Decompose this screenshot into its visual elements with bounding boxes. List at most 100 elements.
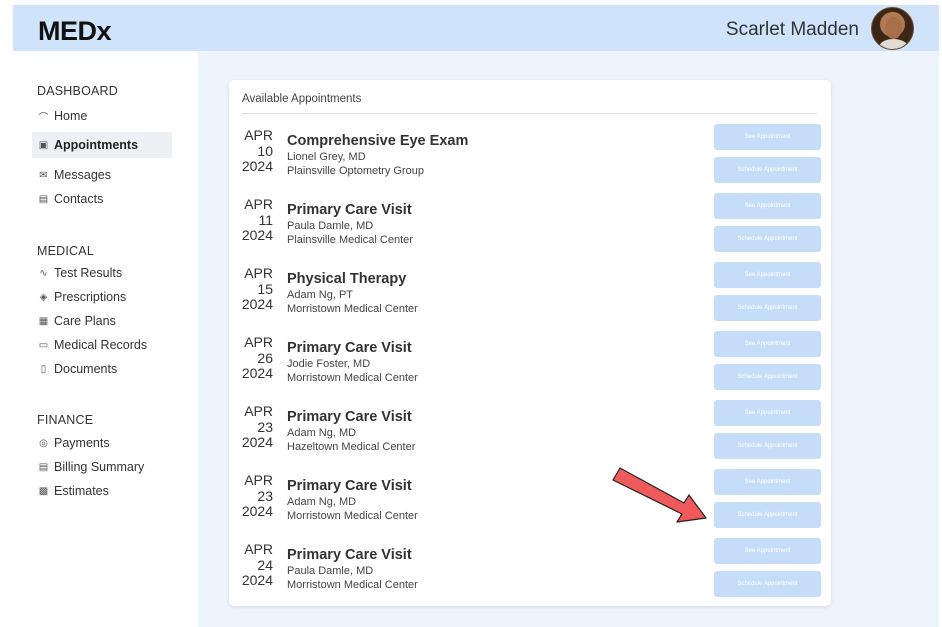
- appointment-date: APR 23 2024: [239, 472, 273, 520]
- document-icon: ▯: [40, 363, 47, 375]
- date-day: 26: [257, 349, 273, 366]
- sidebar-item-home[interactable]: ⌒ Home: [32, 103, 172, 129]
- date-year: 2024: [241, 572, 273, 588]
- appointment-date: APR 15 2024: [239, 265, 273, 313]
- folder-icon: ▭: [38, 339, 49, 351]
- appointment-doctor: Paula Damle, MD: [287, 220, 374, 232]
- appointment-doctor: Jodie Foster, MD: [287, 358, 371, 370]
- appointment-location: Morristown Medical Center: [287, 510, 418, 522]
- pointer-arrow-icon: [612, 467, 707, 523]
- avatar-face: [885, 17, 902, 39]
- top-header: MEDx Scarlet Madden: [13, 5, 939, 51]
- sidebar-item-label: Medical Records: [54, 338, 148, 352]
- appointment-title: Primary Care Visit: [287, 478, 412, 494]
- avatar[interactable]: [871, 7, 914, 50]
- date-year: 2024: [241, 296, 273, 312]
- billing-icon: ▤: [38, 461, 49, 473]
- arrow-shape: [612, 467, 707, 523]
- date-year: 2024: [241, 365, 273, 381]
- date-month: APR: [244, 196, 273, 212]
- contact-card-icon: ▤: [38, 193, 49, 205]
- date-month: APR: [244, 472, 273, 488]
- sidebar-item-label: Home: [54, 109, 88, 123]
- appointment-location: Morristown Medical Center: [287, 303, 418, 315]
- sidebar-item-label: Test Results: [54, 266, 123, 280]
- sidebar-item-estimates[interactable]: ▩ Estimates: [32, 478, 172, 504]
- sidebar-item-care-plans[interactable]: ▦ Care Plans: [32, 308, 172, 334]
- schedule-appointment-button[interactable]: Schedule Appointment: [714, 571, 821, 597]
- appointment-row: APR 23 2024 Primary Care Visit Adam Ng, …: [229, 400, 831, 473]
- card-title: Available Appointments: [242, 93, 362, 105]
- date-year: 2024: [241, 158, 273, 174]
- card-divider: [242, 113, 817, 114]
- appointment-location: Morristown Medical Center: [287, 579, 418, 591]
- see-appointment-button[interactable]: See Appointment: [714, 538, 821, 564]
- dollar-icon: ◎: [39, 437, 48, 449]
- see-appointment-button[interactable]: See Appointment: [714, 400, 821, 426]
- appointment-title: Primary Care Visit: [287, 547, 412, 563]
- sidebar-item-test-results[interactable]: ∿ Test Results: [32, 260, 172, 286]
- appointment-row: APR 10 2024 Comprehensive Eye Exam Lione…: [229, 124, 831, 197]
- appointment-row: APR 24 2024 Primary Care Visit Paula Dam…: [229, 538, 831, 611]
- see-appointment-button[interactable]: See Appointment: [714, 469, 821, 495]
- appointment-doctor: Adam Ng, MD: [287, 496, 357, 508]
- sidebar-item-messages[interactable]: ✉ Messages: [32, 162, 172, 188]
- sidebar-item-appointments[interactable]: ▣ Appointments: [32, 132, 172, 158]
- sidebar-item-payments[interactable]: ◎ Payments: [32, 430, 172, 456]
- sidebar-item-label: Billing Summary: [54, 460, 145, 474]
- date-month: APR: [244, 334, 273, 350]
- avatar-shoulders: [879, 39, 908, 49]
- sidebar-item-contacts[interactable]: ▤ Contacts: [32, 186, 172, 212]
- sidebar-item-label: Estimates: [54, 484, 109, 498]
- schedule-appointment-button[interactable]: Schedule Appointment: [714, 295, 821, 321]
- schedule-appointment-button[interactable]: Schedule Appointment: [714, 226, 821, 252]
- sidebar-section-finance: FINANCE: [37, 413, 94, 427]
- pill-icon: ◈: [39, 291, 48, 303]
- appointment-title: Physical Therapy: [287, 271, 407, 287]
- date-day: 23: [257, 418, 273, 435]
- date-year: 2024: [241, 503, 273, 519]
- see-appointment-button[interactable]: See Appointment: [714, 193, 821, 219]
- date-day: 10: [257, 142, 273, 159]
- appointment-doctor: Lionel Grey, MD: [287, 151, 366, 163]
- sidebar-item-documents[interactable]: ▯ Documents: [32, 356, 172, 382]
- date-month: APR: [244, 403, 273, 419]
- sidebar-item-label: Messages: [54, 168, 111, 182]
- appointment-date: APR 26 2024: [239, 334, 273, 382]
- building-icon: ▦: [38, 315, 49, 327]
- calculator-icon: ▩: [38, 485, 49, 497]
- sidebar-item-label: Contacts: [54, 192, 104, 206]
- appointment-location: Plainsville Medical Center: [287, 234, 413, 246]
- appointment-date: APR 23 2024: [239, 403, 273, 451]
- schedule-appointment-button[interactable]: Schedule Appointment: [714, 433, 821, 459]
- appointment-location: Plainsville Optometry Group: [287, 165, 424, 177]
- appointment-doctor: Paula Damle, MD: [287, 565, 374, 577]
- sidebar-item-prescriptions[interactable]: ◈ Prescriptions: [32, 284, 172, 310]
- sidebar-item-label: Care Plans: [54, 314, 116, 328]
- appointment-doctor: Adam Ng, MD: [287, 427, 357, 439]
- see-appointment-button[interactable]: See Appointment: [714, 331, 821, 357]
- appointment-doctor: Adam Ng, PT: [287, 289, 354, 301]
- see-appointment-button[interactable]: See Appointment: [714, 124, 821, 150]
- appointment-row: APR 23 2024 Primary Care Visit Adam Ng, …: [229, 469, 831, 542]
- schedule-appointment-button[interactable]: Schedule Appointment: [714, 364, 821, 390]
- see-appointment-button[interactable]: See Appointment: [714, 262, 821, 288]
- schedule-appointment-button[interactable]: Schedule Appointment: [714, 502, 821, 528]
- date-month: APR: [244, 541, 273, 557]
- sidebar-item-billing-summary[interactable]: ▤ Billing Summary: [32, 454, 172, 480]
- appointment-date: APR 10 2024: [239, 127, 273, 175]
- sidebar: DASHBOARD ⌒ Home ▣ Appointments ✉ Messag…: [13, 51, 198, 627]
- user-name[interactable]: Scarlet Madden: [726, 19, 859, 41]
- app-logo[interactable]: MEDx: [38, 16, 112, 47]
- schedule-appointment-button[interactable]: Schedule Appointment: [714, 157, 821, 183]
- home-icon: ⌒: [38, 112, 49, 124]
- sidebar-item-medical-records[interactable]: ▭ Medical Records: [32, 332, 172, 358]
- date-day: 11: [258, 211, 273, 228]
- date-day: 24: [257, 556, 273, 573]
- sidebar-section-dashboard: DASHBOARD: [37, 84, 118, 98]
- appointment-date: APR 11 2024: [239, 196, 273, 244]
- date-day: 23: [257, 487, 273, 504]
- date-month: APR: [244, 127, 273, 143]
- appointment-location: Hazeltown Medical Center: [287, 441, 416, 453]
- date-day: 15: [257, 280, 273, 297]
